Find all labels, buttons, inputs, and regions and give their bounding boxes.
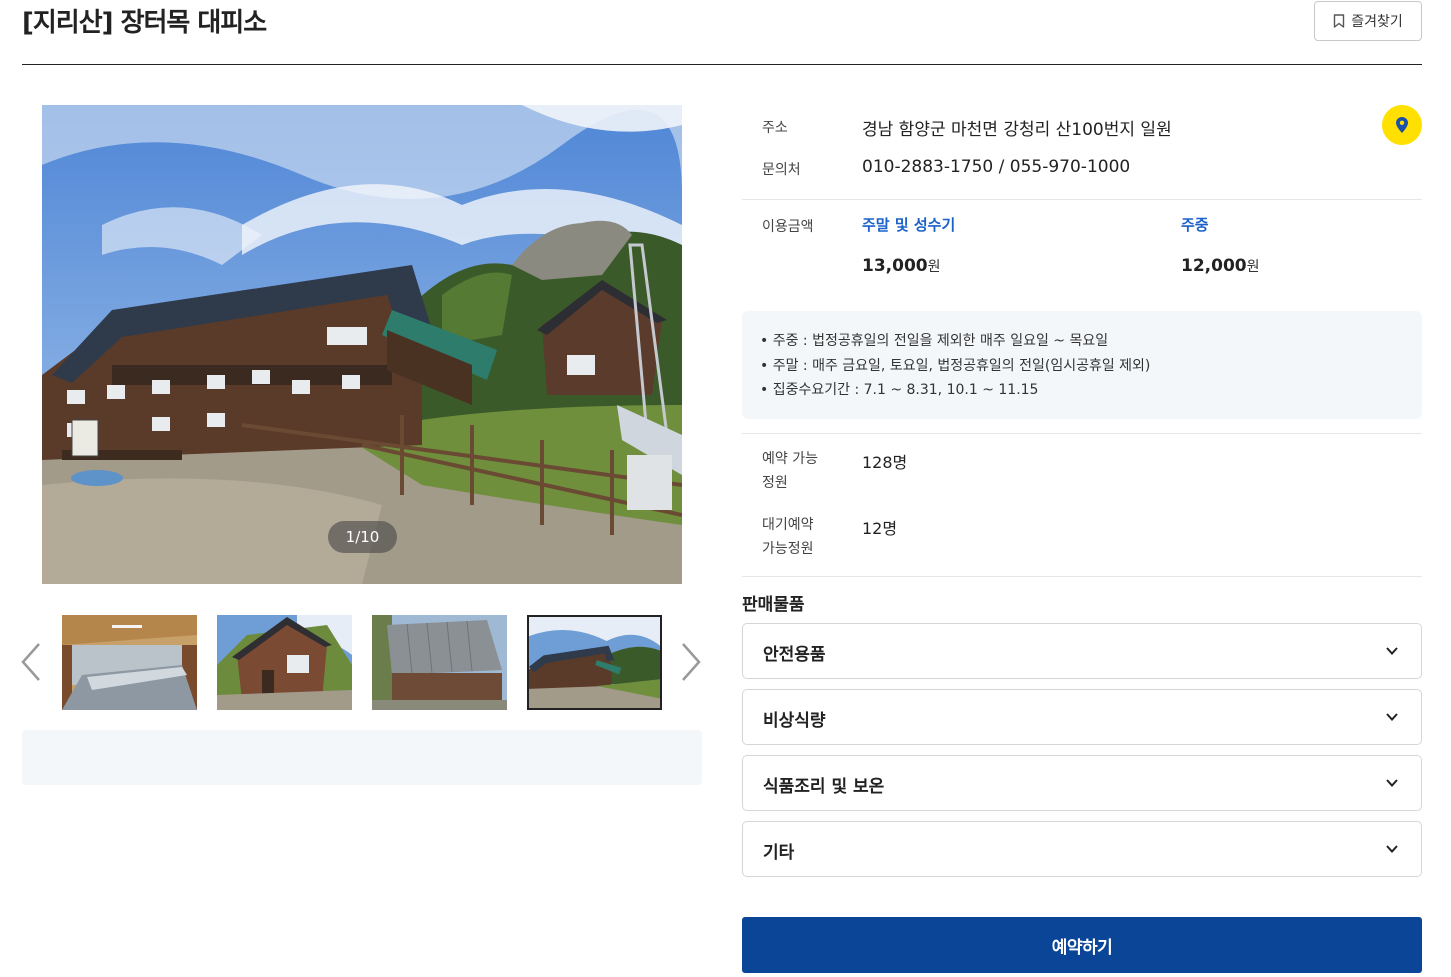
- chevron-down-icon: [1386, 845, 1398, 853]
- address-value: 경남 함양군 마천면 강청리 산100번지 일원: [862, 120, 1172, 140]
- price-weekday-amount: 12,000: [1181, 256, 1247, 276]
- price-weekend-amount: 13,000: [862, 256, 928, 276]
- divider: [742, 433, 1422, 434]
- bookmark-label: 즐겨찾기: [1351, 14, 1403, 30]
- price-weekend-label: 주말 및 성수기: [862, 216, 956, 234]
- chevron-down-icon: [1386, 779, 1398, 787]
- goods-accordion-cooking[interactable]: 식품조리 및 보온: [742, 755, 1422, 811]
- shelter-photo-image: [42, 105, 682, 584]
- notice-weekend: • 주말 : 매주 금요일, 토요일, 법정공휴일의 전일(임시공휴일 제외): [760, 357, 1151, 374]
- notice-peak: • 집중수요기간 : 7.1 ~ 8.31, 10.1 ~ 11.15: [760, 382, 1039, 398]
- price-label: 이용금액: [762, 219, 814, 235]
- thumbnail-prev-button[interactable]: [19, 640, 43, 684]
- notice-weekday: • 주중 : 법정공휴일의 전일을 제외한 매주 일요일 ~ 목요일: [760, 333, 1109, 349]
- contact-value: 010-2883-1750 / 055-970-1000: [862, 157, 1131, 177]
- divider: [742, 199, 1422, 200]
- price-weekend-unit: 원: [927, 259, 941, 275]
- photo-caption-box: [22, 730, 702, 785]
- thumbnail-2[interactable]: [217, 615, 352, 710]
- main-photo[interactable]: 1/10: [42, 105, 682, 584]
- goods-section-title: 판매물품: [742, 595, 805, 615]
- interior-photo-icon: [62, 615, 197, 710]
- price-weekday-value: 12,000원: [1181, 256, 1260, 276]
- map-button[interactable]: [1382, 105, 1422, 145]
- capacity-value: 128명: [862, 453, 908, 472]
- bookmark-button[interactable]: 즐겨찾기: [1314, 1, 1422, 41]
- accordion-label: 비상식량: [763, 711, 826, 731]
- page-header: [지리산] 장터목 대피소 즐겨찾기: [22, 0, 1422, 65]
- accordion-label: 안전용품: [763, 645, 826, 665]
- chevron-left-icon: [21, 643, 40, 681]
- goods-accordion-etc[interactable]: 기타: [742, 821, 1422, 877]
- chevron-down-icon: [1386, 713, 1398, 721]
- thumbnail-3[interactable]: [372, 615, 507, 710]
- accordion-label: 기타: [763, 843, 795, 863]
- metal-shed-photo-icon: [372, 615, 507, 710]
- price-weekend-value: 13,000원: [862, 256, 941, 276]
- accordion-label: 식품조리 및 보온: [763, 777, 885, 797]
- bookmark-icon: [1334, 14, 1345, 28]
- waiting-capacity-label: 대기예약 가능정원: [762, 517, 814, 557]
- capacity-label: 예약 가능 정원: [762, 451, 818, 491]
- thumbnail-4[interactable]: [527, 615, 662, 710]
- reserve-button[interactable]: 예약하기: [742, 917, 1422, 973]
- price-weekday-label: 주중: [1181, 216, 1209, 234]
- address-label: 주소: [762, 120, 788, 136]
- shelter-exterior-photo-icon: [217, 615, 352, 710]
- map-pin-icon: [1396, 117, 1408, 133]
- waiting-capacity-value: 12명: [862, 519, 898, 538]
- contact-label: 문의처: [762, 162, 801, 178]
- chevron-down-icon: [1386, 647, 1398, 655]
- goods-accordion-safety[interactable]: 안전용품: [742, 623, 1422, 679]
- divider: [742, 576, 1422, 577]
- thumbnail-next-button[interactable]: [679, 640, 703, 684]
- shelter-main-photo-icon: [529, 617, 660, 708]
- goods-accordion-emergency-food[interactable]: 비상식량: [742, 689, 1422, 745]
- price-weekday-unit: 원: [1246, 259, 1260, 275]
- price-notice-box: • 주중 : 법정공휴일의 전일을 제외한 매주 일요일 ~ 목요일 • 주말 …: [742, 311, 1422, 419]
- chevron-right-icon: [682, 643, 701, 681]
- photo-counter: 1/10: [328, 521, 397, 553]
- thumbnail-1[interactable]: [62, 615, 197, 710]
- page-title: [지리산] 장터목 대피소: [22, 8, 267, 38]
